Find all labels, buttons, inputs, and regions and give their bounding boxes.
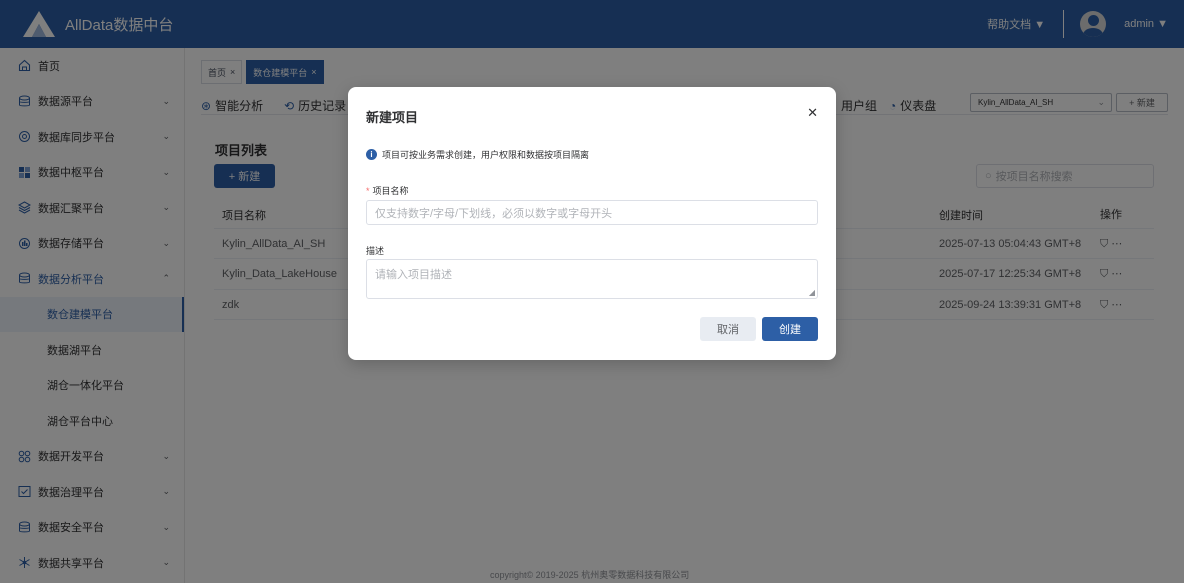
info-text: 项目可按业务需求创建，用户权限和数据按项目隔离 — [382, 150, 590, 160]
cancel-button[interactable]: 取消 — [700, 317, 756, 341]
description-label: 描述 — [366, 246, 385, 256]
project-name-placeholder: 仅支持数字/字母/下划线，必须以数字或字母开头 — [375, 207, 613, 220]
dialog-title: 新建项目 — [366, 110, 419, 125]
project-name-input[interactable]: 仅支持数字/字母/下划线，必须以数字或字母开头 — [366, 200, 818, 225]
resize-handle-icon[interactable]: ◢ — [809, 288, 815, 297]
description-textarea[interactable]: 请输入项目描述 ◢ — [366, 259, 818, 299]
project-name-label: * 项目名称 — [366, 184, 409, 197]
info-icon: i — [366, 149, 377, 160]
create-button[interactable]: 创建 — [762, 317, 818, 341]
project-name-label-text: 项目名称 — [372, 186, 409, 196]
info-message: i 项目可按业务需求创建，用户权限和数据按项目隔离 — [366, 148, 589, 161]
new-project-dialog: 新建项目 ✕ i 项目可按业务需求创建，用户权限和数据按项目隔离 * 项目名称 仅… — [348, 87, 836, 360]
required-marker: * — [366, 186, 370, 196]
description-placeholder: 请输入项目描述 — [375, 269, 452, 281]
close-icon[interactable]: ✕ — [807, 105, 818, 121]
